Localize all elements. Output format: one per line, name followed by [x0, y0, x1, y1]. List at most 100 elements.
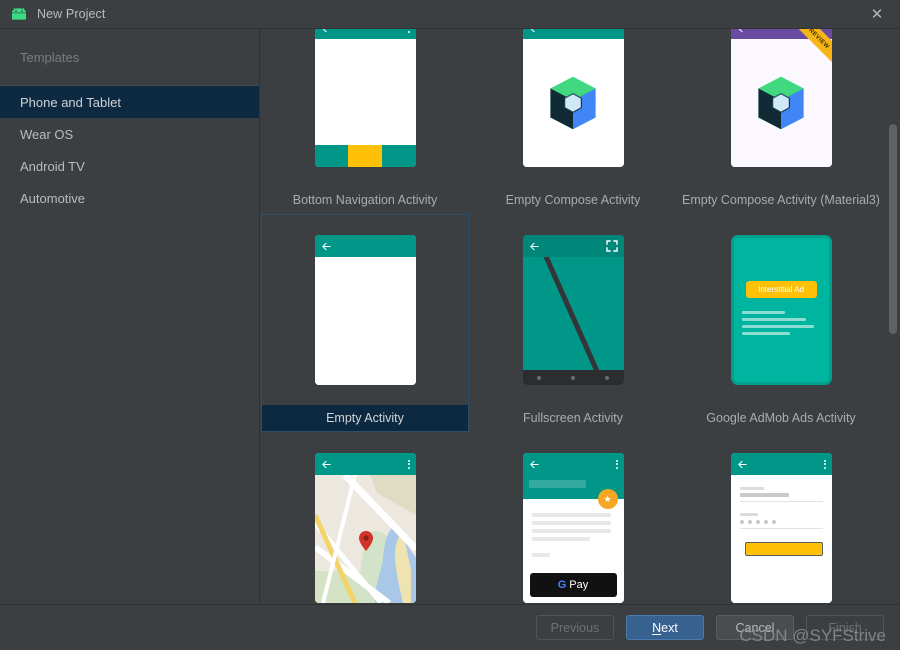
- template-label: Empty Compose Activity: [505, 193, 641, 207]
- text-line: [531, 529, 612, 533]
- back-arrow-icon: [529, 242, 539, 250]
- bottom-nav-item: [314, 145, 349, 167]
- template-label: Empty Activity: [262, 405, 468, 431]
- ad-text-line: [741, 318, 807, 321]
- previous-button[interactable]: Previous: [536, 615, 614, 640]
- username-field-label: [739, 487, 765, 490]
- content-area: [522, 499, 624, 573]
- password-field-underline: [739, 528, 823, 529]
- overflow-menu-icon: [407, 459, 410, 469]
- close-icon[interactable]: ✕: [854, 0, 900, 29]
- sign-in-button: [744, 542, 823, 556]
- password-dot: [739, 520, 744, 524]
- username-field-value: [739, 493, 790, 497]
- template-label: Fullscreen Activity: [522, 411, 624, 425]
- phone-mock: PREVIEW: [730, 29, 832, 167]
- map-view: [314, 475, 416, 603]
- templates-grid: Bottom Navigation Activity Empty Compose…: [261, 29, 885, 604]
- app-bar: [314, 29, 416, 39]
- ad-text-lines: [741, 311, 821, 335]
- back-arrow-icon: [738, 29, 743, 32]
- window-title: New Project: [37, 7, 106, 21]
- decorative-diagonal: [532, 257, 615, 370]
- google-g-logo-icon: G: [557, 579, 567, 591]
- username-field-underline: [739, 501, 823, 502]
- content-area: [522, 39, 624, 167]
- jetpack-compose-logo-icon: [550, 76, 596, 130]
- app-bar: [522, 235, 624, 257]
- login-form: [730, 475, 832, 603]
- password-dot: [755, 520, 760, 524]
- google-pay-button: G Pay: [529, 573, 617, 597]
- back-arrow-icon: [530, 29, 535, 32]
- app-bar: ★: [522, 453, 624, 509]
- map-pin-icon: [358, 531, 373, 551]
- content-area: [314, 39, 416, 145]
- next-button[interactable]: Next: [626, 615, 704, 640]
- expand-fullscreen-icon: [605, 240, 618, 252]
- sidebar-item-phone-and-tablet[interactable]: Phone and Tablet: [0, 86, 259, 118]
- phone-mock: [730, 453, 832, 603]
- content-area: [730, 39, 832, 167]
- sidebar-header: Templates: [0, 29, 259, 86]
- password-field-label: [739, 513, 758, 516]
- phone-mock: [314, 235, 416, 385]
- app-bar: [730, 453, 832, 475]
- templates-scrollbar-track[interactable]: [886, 29, 900, 604]
- password-dot: [763, 520, 768, 524]
- sidebar-item-automotive[interactable]: Automotive: [0, 182, 259, 214]
- google-pay-button-label: Pay: [569, 579, 589, 591]
- overflow-menu-icon: [615, 459, 618, 469]
- app-bar: [522, 29, 624, 39]
- next-button-mnemonic: N: [652, 620, 662, 635]
- sidebar-item-wear-os[interactable]: Wear OS: [0, 118, 259, 150]
- templates-panel: Bottom Navigation Activity Empty Compose…: [261, 29, 900, 604]
- nav-dot: [537, 375, 542, 380]
- template-label: Google AdMob Ads Activity: [706, 411, 856, 425]
- app-bar: [730, 29, 832, 39]
- template-card-google-admob-ads-activity[interactable]: Interstitial Ad Google AdMob Ads Activit…: [677, 214, 885, 432]
- password-dot: [747, 520, 752, 524]
- phone-mock: ★ G Pay: [522, 453, 624, 603]
- templates-scrollbar-thumb[interactable]: [889, 124, 897, 334]
- template-card-empty-compose-activity[interactable]: Empty Compose Activity: [469, 29, 677, 214]
- back-arrow-icon: [322, 29, 327, 32]
- overflow-menu-icon: [407, 29, 410, 33]
- back-arrow-icon: [529, 460, 539, 468]
- template-thumbnail: PREVIEW: [678, 29, 884, 187]
- bottom-navigation-bar: [314, 145, 416, 167]
- nav-dot: [570, 375, 575, 380]
- bottom-nav-item-active: [348, 145, 382, 167]
- template-card-google-pay-activity[interactable]: ★ G Pay Go: [469, 432, 677, 604]
- template-card-google-maps-activity[interactable]: Google Maps Activity: [261, 432, 469, 604]
- template-thumbnail: [470, 29, 676, 187]
- template-thumbnail: [262, 433, 468, 604]
- close-glyph: ✕: [870, 6, 884, 23]
- template-card-fullscreen-activity[interactable]: Fullscreen Activity: [469, 214, 677, 432]
- system-navigation-bar: [522, 370, 624, 385]
- password-dots: [739, 520, 823, 524]
- android-robot-icon: [12, 7, 26, 20]
- app-bar-title-placeholder: [528, 480, 586, 488]
- ad-text-line: [741, 311, 785, 314]
- phone-mock: [522, 235, 624, 385]
- app-bar: [314, 235, 416, 257]
- password-dot: [771, 520, 776, 524]
- ad-text-line: [741, 332, 791, 335]
- phone-mock: [314, 29, 416, 167]
- app-bar: [314, 453, 416, 475]
- overflow-menu-icon: [823, 459, 826, 469]
- template-card-bottom-navigation-activity[interactable]: Bottom Navigation Activity: [261, 29, 469, 214]
- sidebar-item-android-tv[interactable]: Android TV: [0, 150, 259, 182]
- ad-text-line: [741, 325, 815, 328]
- text-line: [531, 537, 590, 541]
- template-card-empty-compose-activity-material3[interactable]: PREVIEW Empty Compose Activity (Material…: [677, 29, 885, 214]
- template-thumbnail: [262, 215, 468, 405]
- template-label: Empty Compose Activity (Material3): [682, 193, 880, 207]
- template-card-empty-activity[interactable]: Empty Activity: [261, 214, 469, 432]
- cancel-button[interactable]: Cancel: [716, 615, 794, 640]
- template-thumbnail: Interstitial Ad: [678, 215, 884, 405]
- window-titlebar: New Project ✕: [0, 0, 900, 29]
- finish-button[interactable]: Finish: [806, 615, 884, 640]
- template-card-login-activity[interactable]: Login Activity: [677, 432, 885, 604]
